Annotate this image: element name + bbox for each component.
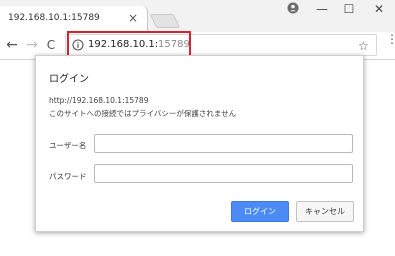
maximize-button[interactable]: ☐ [340, 2, 358, 16]
login-dialog: ログイン http://192.168.10.1:15789 このサイトへの接続… [35, 55, 364, 232]
cancel-button[interactable]: キャンセル [296, 201, 354, 222]
tab-title: 192.168.10.1:15789 [8, 13, 100, 23]
password-label: パスワード [49, 172, 87, 181]
username-label: ユーザー名 [49, 141, 87, 150]
browser-tab[interactable]: 192.168.10.1:15789 × [0, 6, 148, 32]
account-icon[interactable] [287, 2, 299, 14]
forward-button[interactable]: → [24, 36, 40, 54]
new-tab-button[interactable] [149, 14, 181, 28]
tab-close-icon[interactable]: × [128, 10, 138, 26]
menu-icon[interactable]: ⋮ [386, 33, 395, 45]
username-field[interactable] [94, 134, 353, 153]
password-field[interactable] [94, 164, 353, 183]
close-window-button[interactable]: ✕ [370, 2, 388, 16]
dialog-url: http://192.168.10.1:15789 [49, 96, 149, 105]
address-highlight-box [67, 31, 191, 57]
back-button[interactable]: ← [4, 36, 20, 54]
login-button[interactable]: ログイン [231, 201, 289, 222]
tab-strip: 192.168.10.1:15789 × — ☐ ✕ [0, 0, 395, 32]
bookmark-star-icon[interactable]: ☆ [358, 39, 369, 53]
reload-button[interactable]: C [43, 36, 59, 54]
minimize-button[interactable]: — [313, 2, 331, 16]
privacy-warning: このサイトへの接続ではプライバシーが保護されません [49, 109, 237, 118]
dialog-title: ログイン [49, 74, 89, 85]
